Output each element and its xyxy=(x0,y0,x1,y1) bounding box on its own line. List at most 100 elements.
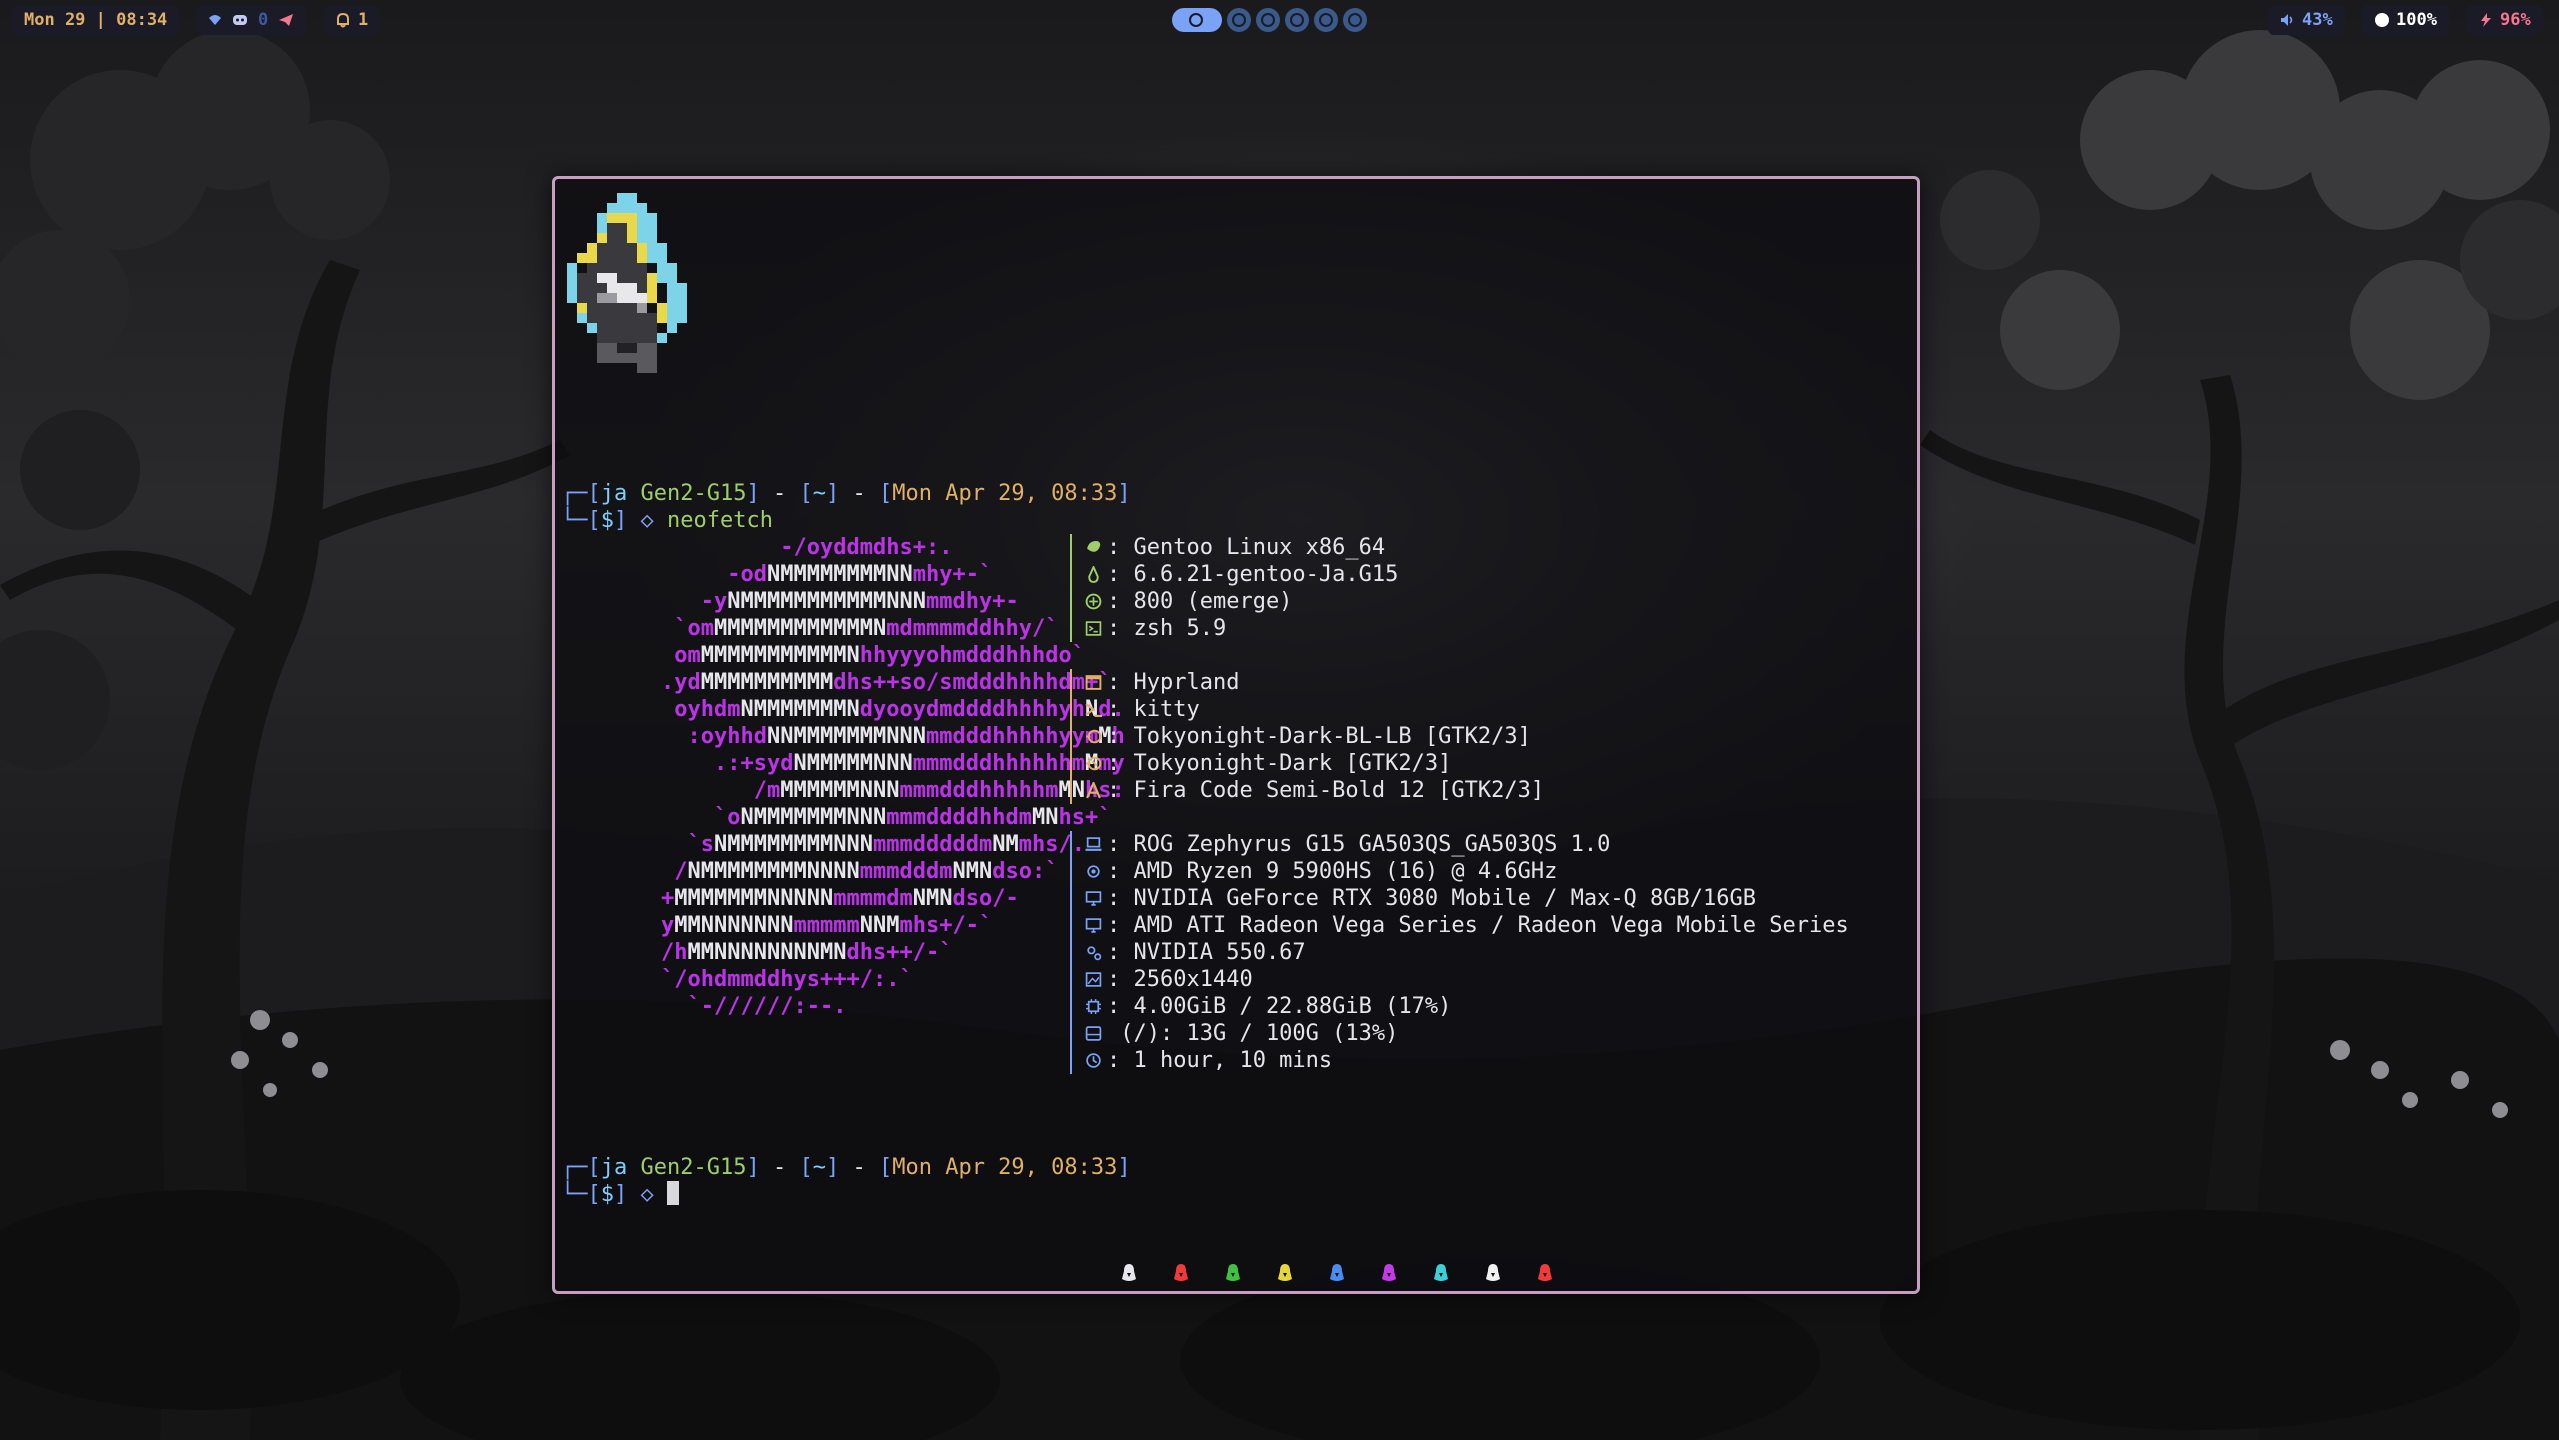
ascii-line: yMMNNNNNNNmmmmmNNMmhs+/-` xyxy=(661,913,993,938)
info-row: : Fira Code Semi-Bold 12 [GTK2/3] xyxy=(1067,777,1849,804)
window-manager-icon xyxy=(1085,675,1102,690)
gpu-icon xyxy=(1085,918,1102,933)
info-value: : 6.6.21-gentoo-Ja.G15 xyxy=(1107,562,1399,587)
prompt-user: ja xyxy=(600,481,628,506)
tree-line xyxy=(1070,696,1084,723)
workspace-5[interactable] xyxy=(1314,8,1338,32)
clock-widget[interactable]: Mon 29 | 08:34 xyxy=(12,5,180,35)
info-value: : Hyprland xyxy=(1107,670,1240,695)
palette-swatch-icon xyxy=(1486,1264,1500,1281)
tree-line xyxy=(1070,939,1084,966)
bell-icon xyxy=(337,12,349,28)
discord-icon[interactable] xyxy=(232,13,248,27)
info-value: : Tokyonight-Dark-BL-LB [GTK2/3] xyxy=(1107,724,1531,749)
laptop-icon xyxy=(1085,837,1102,851)
palette-swatch-icon xyxy=(1382,1264,1396,1281)
tree-line xyxy=(1070,777,1084,804)
info-row: : Tokyonight-Dark-BL-LB [GTK2/3] xyxy=(1067,723,1849,750)
info-row: : 4.00GiB / 22.88GiB (17%) xyxy=(1067,993,1849,1020)
info-value: : kitty xyxy=(1107,697,1200,722)
tree-connector xyxy=(1067,534,1107,561)
prompt-host: Gen2-G15 xyxy=(640,481,747,506)
prompt-dir: ~ xyxy=(812,1155,826,1180)
shell-prompt-1: ┌─[ja Gen2-G15] - [~] - [Mon Apr 29, 08:… xyxy=(561,481,1131,533)
info-row: : Hyprland xyxy=(1067,669,1849,696)
info-row: : 800 (emerge) xyxy=(1067,588,1849,615)
tree-line xyxy=(1070,534,1084,561)
workspace-6[interactable] xyxy=(1343,8,1367,32)
info-row: : AMD Ryzen 9 5900HS (16) @ 4.6GHz xyxy=(1067,858,1849,885)
ascii-line: -odNMMMMMMMMNNmhy+-` xyxy=(727,562,993,587)
palette-swatch-icon xyxy=(1538,1264,1552,1281)
workspace-3[interactable] xyxy=(1256,8,1280,32)
tree-line xyxy=(1070,1047,1084,1074)
tree-line xyxy=(1070,993,1084,1020)
palette-swatch-icon xyxy=(1226,1264,1240,1281)
volume-widget[interactable]: 43% xyxy=(2268,5,2345,35)
volume-value: 43% xyxy=(2302,10,2333,30)
kitty-terminal-window[interactable]: ┌─[ja Gen2-G15] - [~] - [Mon Apr 29, 08:… xyxy=(552,176,1920,1294)
tree-connector xyxy=(1067,669,1107,696)
prompt-user: ja xyxy=(600,1155,628,1180)
prompt-date: Mon Apr 29, 08:33 xyxy=(892,481,1118,506)
driver-icon xyxy=(1087,946,1102,961)
palette-swatch-icon xyxy=(1122,1264,1136,1281)
tree-connector xyxy=(1067,858,1107,885)
info-value: : Gentoo Linux x86_64 xyxy=(1107,535,1386,560)
tree-line xyxy=(1070,669,1084,696)
info-row: : NVIDIA 550.67 xyxy=(1067,939,1849,966)
ascii-line: oyhdmNMMMMMMMNdyooydmddddhhhhyhNd. xyxy=(674,697,1125,722)
wifi-icon[interactable] xyxy=(208,13,222,27)
tree-line xyxy=(1070,750,1084,777)
ascii-line: `-//////:--. xyxy=(687,994,847,1019)
tree-line xyxy=(1070,588,1084,615)
gentoo-icon xyxy=(1087,541,1101,552)
terminal-icon xyxy=(1085,703,1102,717)
info-value: : ROG Zephyrus G15 GA503QS_GA503QS 1.0 xyxy=(1107,832,1611,857)
kernel-icon xyxy=(1088,566,1099,583)
info-value: : 1 hour, 10 mins xyxy=(1107,1048,1333,1073)
workspace-2[interactable] xyxy=(1227,8,1251,32)
telegram-icon[interactable] xyxy=(278,13,294,27)
workspace-4[interactable] xyxy=(1285,8,1309,32)
tree-connector xyxy=(1067,939,1107,966)
gentoo-ascii-art: -/oyddmdhs+:. -odNMMMMMMMMNNmhy+-` -yNMM… xyxy=(555,534,1125,1020)
notification-widget[interactable]: 1 xyxy=(324,5,381,35)
tree-connector xyxy=(1067,615,1107,642)
brightness-widget[interactable]: 100% xyxy=(2362,5,2449,35)
tree-connector xyxy=(1067,966,1107,993)
palette-swatch-icon xyxy=(1330,1264,1344,1281)
tree-line xyxy=(1070,1020,1084,1047)
brightness-icon xyxy=(2375,13,2389,27)
tree-connector xyxy=(1067,912,1107,939)
ascii-line: .ydMMMMMMMMMMdhs++so/smdddhhhhdm+` xyxy=(661,670,1112,695)
info-row: : Tokyonight-Dark [GTK2/3] xyxy=(1067,750,1849,777)
info-row: : ROG Zephyrus G15 GA503QS_GA503QS 1.0 xyxy=(1067,831,1849,858)
ascii-line: `/ohdmmddhys+++/:.` xyxy=(661,967,913,992)
ascii-line: /mMMMMMMNNNmmmdddhhhhhmMNhs: xyxy=(753,778,1125,803)
tree-connector xyxy=(1067,1020,1107,1047)
workspace-1-active[interactable] xyxy=(1172,8,1222,32)
tree-connector xyxy=(1067,777,1107,804)
gpu-icon xyxy=(1085,891,1102,906)
ascii-line: `sNMMMMMMMMNNNmmmdddddmNMmhs/. xyxy=(687,832,1086,857)
color-palette xyxy=(1120,1262,1554,1284)
typed-command: neofetch xyxy=(667,508,773,533)
uptime-icon xyxy=(1086,1053,1101,1068)
theme-icon xyxy=(1086,729,1102,744)
info-value: : AMD ATI Radeon Vega Series / Radeon Ve… xyxy=(1107,913,1849,938)
palette-swatch-icon xyxy=(1434,1264,1448,1281)
clock-text: Mon 29 | 08:34 xyxy=(24,10,168,30)
cpu-icon xyxy=(1087,865,1100,878)
info-row: : kitty xyxy=(1067,696,1849,723)
prompt-dir: ~ xyxy=(812,481,826,506)
palette-swatch-icon xyxy=(1278,1264,1292,1281)
ascii-line: /hMMNNNNNNNNMNdhs++/-` xyxy=(661,940,953,965)
info-row: (/): 13G / 100G (13%) xyxy=(1067,1020,1849,1047)
speaker-icon xyxy=(2281,14,2293,26)
tree-connector xyxy=(1067,561,1107,588)
tree-line xyxy=(1070,831,1084,858)
text-cursor xyxy=(667,1181,679,1205)
shell-prompt-2[interactable]: ┌─[ja Gen2-G15] - [~] - [Mon Apr 29, 08:… xyxy=(561,1154,1131,1208)
battery-widget[interactable]: 96% xyxy=(2466,5,2543,35)
